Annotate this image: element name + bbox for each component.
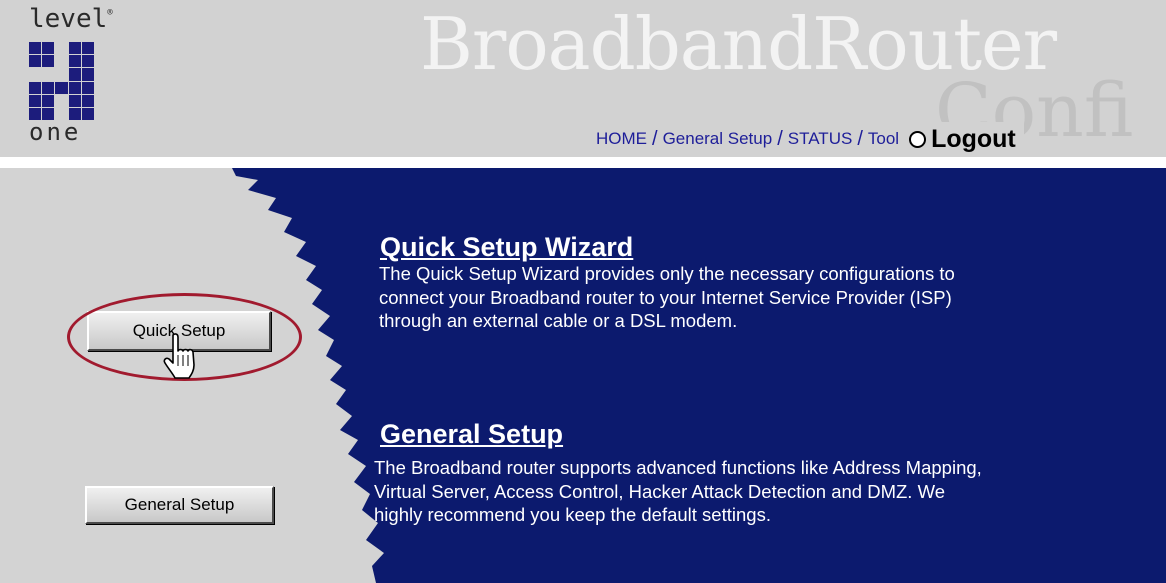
header: level® one Confi BroadbandRouter HOME / … [0, 0, 1166, 157]
nav-home-link[interactable]: HOME [596, 129, 647, 149]
description-line: connect your Broadband router to your In… [379, 286, 952, 308]
description-line: Virtual Server, Access Control, Hacker A… [374, 480, 945, 502]
nav-tool-link[interactable]: Tool [868, 129, 899, 149]
nav-separator: / [857, 127, 863, 150]
description-line: The Quick Setup Wizard provides only the… [379, 263, 955, 284]
general-setup-title[interactable]: General Setup [380, 419, 563, 450]
logo-bottom-text: one [29, 118, 82, 146]
general-setup-description: The Broadband router supports advanced f… [374, 456, 982, 527]
description-line: The Broadband router supports advanced f… [374, 457, 982, 478]
top-navigation: HOME / General Setup / STATUS / Tool Log… [596, 122, 1024, 156]
quick-setup-description: The Quick Setup Wizard provides only the… [379, 262, 955, 333]
logout-link[interactable]: Logout [931, 125, 1016, 154]
logout-circle-icon [909, 130, 927, 148]
quick-setup-wizard-title[interactable]: Quick Setup Wizard [380, 232, 633, 263]
logo-top-text: level [29, 4, 108, 34]
nav-status-link[interactable]: STATUS [788, 129, 853, 149]
description-line: highly recommend you keep the default se… [374, 504, 771, 525]
logo-registered-mark: ® [107, 8, 113, 18]
levelone-logo: level® one [27, 0, 137, 157]
logo-grid-icon [29, 42, 94, 120]
description-line: through an external cable or a DSL modem… [379, 310, 738, 331]
nav-separator: / [777, 127, 783, 150]
nav-general-setup-link[interactable]: General Setup [663, 129, 773, 149]
general-setup-button[interactable]: General Setup [85, 486, 274, 524]
brand-title: BroadbandRouter [420, 2, 1057, 86]
hand-pointer-cursor-icon [163, 333, 195, 379]
nav-separator: / [652, 127, 658, 150]
